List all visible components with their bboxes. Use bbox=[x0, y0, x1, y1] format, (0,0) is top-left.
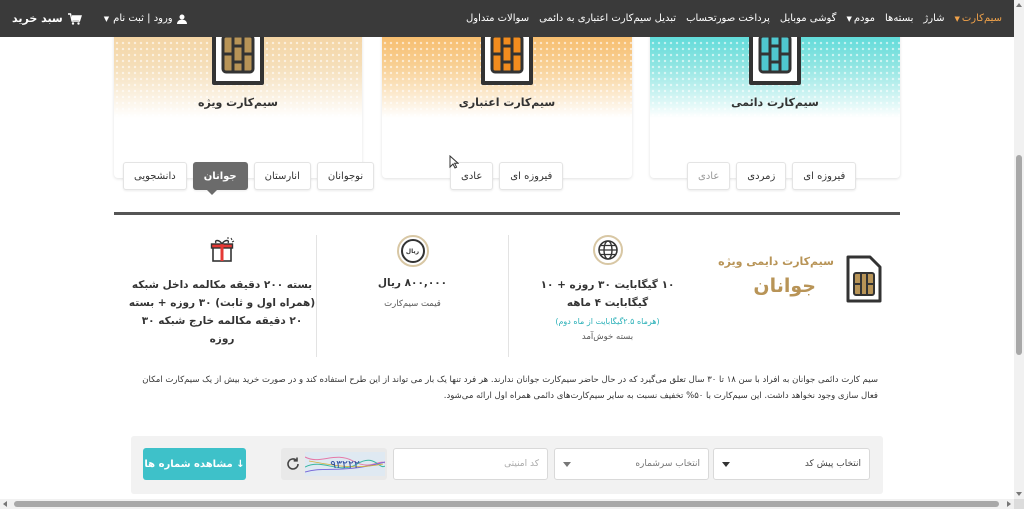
tabs-etebari: فیروزه ای عادی bbox=[450, 162, 564, 190]
tabs-daemi: فیروزه ای زمردی عادی bbox=[687, 162, 857, 190]
chevron-down-icon: ▼ bbox=[103, 14, 110, 23]
tab-javanan[interactable]: جوانان bbox=[192, 162, 248, 190]
nav-item-mobile-phone[interactable]: گوشی موبایل bbox=[780, 13, 837, 24]
horizontal-scrollbar-thumb[interactable] bbox=[14, 501, 999, 507]
gift-package: بسته ۲۰۰ دقیقه مکالمه داخل شبکه (همراه ا… bbox=[128, 279, 316, 345]
internet-package: ۱۰ گیگابایت ۳۰ روزه + ۱۰ گیگابایت ۴ ماهه bbox=[540, 279, 675, 309]
card-title: سیم‌کارت ویژه bbox=[198, 96, 278, 109]
main-menu: سیم‌کارت ▼ شارژ بسته‌ها مودم ▼ گوشی موبا… bbox=[466, 13, 1002, 24]
nav-item-charge[interactable]: شارژ bbox=[923, 13, 944, 24]
captcha: ۹۳۲۲۲ bbox=[281, 448, 387, 480]
prefix-select-value: انتخاب پیش کد bbox=[804, 459, 861, 469]
price-caption: قیمت سیم‌کارت bbox=[384, 298, 441, 309]
plan-details: سیم‌کارت دایمی ویژه جوانان ۱۰ گیگابایت ۳… bbox=[114, 212, 900, 362]
scroll-right-arrow-icon[interactable] bbox=[1007, 501, 1011, 507]
scrollbar-corner bbox=[1014, 499, 1024, 509]
nav-item-convert-sim[interactable]: تبدیل سیم‌کارت اعتباری به دائمی bbox=[539, 13, 676, 24]
scroll-left-arrow-icon[interactable] bbox=[3, 501, 7, 507]
vertical-scrollbar-thumb[interactable] bbox=[1016, 155, 1022, 355]
top-navbar: سیم‌کارت ▼ شارژ بسته‌ها مودم ▼ گوشی موبا… bbox=[0, 0, 1014, 37]
tab-firoozeh[interactable]: فیروزه ای bbox=[792, 162, 857, 190]
internet-caption: بسته خوش‌آمد bbox=[581, 331, 634, 342]
refresh-icon[interactable] bbox=[285, 456, 301, 472]
scroll-down-arrow-icon[interactable] bbox=[1016, 492, 1022, 496]
captcha-text: ۹۳۲۲۲ bbox=[330, 458, 360, 471]
feature-internet: ۱۰ گیگابایت ۳۰ روزه + ۱۰ گیگابایت ۴ ماهه… bbox=[508, 235, 706, 357]
tab-daneshjooyi[interactable]: دانشجویی bbox=[123, 162, 187, 190]
scroll-up-arrow-icon[interactable] bbox=[1016, 3, 1022, 7]
nav-item-packages[interactable]: بسته‌ها bbox=[885, 13, 913, 24]
nav-item-bill-payment[interactable]: پرداخت صورتحساب bbox=[686, 13, 770, 24]
nav-actions: سبد خرید ورود | ثبت نام ▼ bbox=[12, 12, 187, 25]
price-badge-icon: ریال bbox=[396, 235, 429, 267]
chevron-down-icon: ▼ bbox=[846, 14, 852, 23]
card-title: سیم‌کارت اعتباری bbox=[458, 96, 556, 109]
login-label: ورود | ثبت نام bbox=[113, 13, 173, 24]
feature-gift: بسته ۲۰۰ دقیقه مکالمه داخل شبکه (همراه ا… bbox=[128, 235, 316, 357]
user-icon bbox=[176, 14, 187, 24]
nav-item-label: سیم‌کارت bbox=[961, 13, 1002, 24]
nav-item-label: گوشی موبایل bbox=[779, 13, 837, 24]
view-numbers-button[interactable]: ↓ مشاهده شماره ها bbox=[143, 448, 246, 480]
chevron-down-icon: ▼ bbox=[954, 14, 960, 23]
security-code-input[interactable]: کد امنیتی bbox=[393, 448, 548, 480]
series-select-value: انتخاب سرشماره bbox=[635, 459, 700, 469]
security-code-placeholder: کد امنیتی bbox=[504, 459, 539, 469]
cart-icon bbox=[67, 12, 82, 25]
tab-adi[interactable]: عادی bbox=[687, 162, 731, 190]
plan-title: جوانان bbox=[753, 275, 816, 297]
tab-anarestan[interactable]: انارستان bbox=[253, 162, 311, 190]
globe-icon bbox=[592, 235, 623, 265]
tab-zomorrodi[interactable]: زمردی bbox=[736, 162, 787, 190]
simcard-price: ۸۰۰,۰۰۰ ریال bbox=[377, 277, 448, 289]
horizontal-scrollbar[interactable] bbox=[0, 499, 1014, 509]
tab-nojavanan[interactable]: نوجوانان bbox=[316, 162, 375, 190]
gift-icon bbox=[210, 237, 235, 262]
prefix-select[interactable]: انتخاب پیش کد bbox=[713, 448, 870, 480]
nav-item-label: شارژ bbox=[923, 13, 945, 24]
nav-item-label: بسته‌ها bbox=[885, 13, 914, 24]
feature-price: ریال ۸۰۰,۰۰۰ ریال قیمت سیم‌کارت bbox=[316, 235, 508, 357]
tab-firoozeh[interactable]: فیروزه ای bbox=[499, 162, 564, 190]
series-select[interactable]: انتخاب سرشماره bbox=[554, 448, 709, 480]
caret-down-icon bbox=[722, 462, 730, 467]
plan-description: سیم کارت دائمی جوانان به افراد با سن ۱۸ … bbox=[142, 375, 878, 401]
nav-item-modem[interactable]: مودم ▼ bbox=[846, 13, 875, 24]
nav-item-faq[interactable]: سوالات متداول bbox=[466, 13, 529, 24]
tabs-vizheh: نوجوانان انارستان جوانان دانشجویی bbox=[123, 162, 375, 190]
page: سیم‌کارت ▼ شارژ بسته‌ها مودم ▼ گوشی موبا… bbox=[0, 0, 1024, 509]
card-title: سیم‌کارت دائمی bbox=[731, 96, 819, 109]
nav-item-label: پرداخت صورتحساب bbox=[686, 13, 770, 24]
cart-label: سبد خرید bbox=[12, 12, 63, 25]
captcha-image: ۹۳۲۲۲ bbox=[305, 452, 385, 476]
simcard-icon bbox=[846, 255, 882, 303]
nav-item-label: سوالات متداول bbox=[465, 13, 530, 24]
mouse-cursor-icon bbox=[449, 155, 459, 169]
price-badge: ریال bbox=[400, 239, 425, 263]
active-tab-pointer bbox=[206, 189, 218, 195]
nav-item-label: مودم bbox=[853, 13, 875, 24]
caret-down-icon bbox=[563, 462, 571, 467]
number-search: انتخاب پیش کد انتخاب سرشماره کد امنیتی ۹… bbox=[131, 436, 883, 494]
plan-subtitle: سیم‌کارت دایمی ویژه bbox=[718, 255, 834, 268]
cart-button[interactable]: سبد خرید bbox=[12, 12, 82, 25]
internet-note: (هرماه ۲.۵گیگابایت از ماه دوم) bbox=[555, 316, 660, 326]
vertical-scrollbar[interactable] bbox=[1014, 0, 1024, 499]
login-button[interactable]: ورود | ثبت نام ▼ bbox=[104, 13, 187, 24]
nav-item-simcard[interactable]: سیم‌کارت ▼ bbox=[955, 13, 1003, 24]
nav-item-label: تبدیل سیم‌کارت اعتباری به دائمی bbox=[539, 13, 677, 24]
